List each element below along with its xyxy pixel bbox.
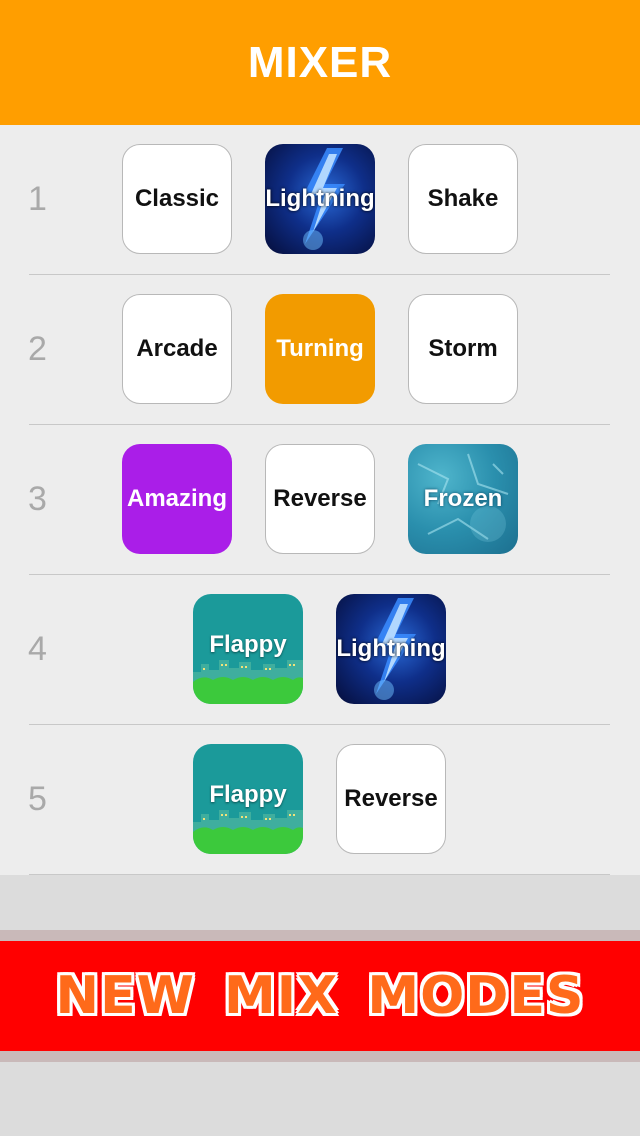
new-mix-modes-banner[interactable]: NEW MIX MODES — [0, 941, 640, 1051]
mode-tile-reverse[interactable]: Reverse — [265, 444, 375, 554]
banner-text: NEW MIX MODES — [55, 965, 585, 1027]
row-number: 4 — [28, 629, 47, 668]
page-title: MIXER — [247, 37, 393, 87]
mix-row: 1 Classic Lightning Shake — [0, 125, 640, 275]
mode-label: Flappy — [209, 781, 287, 808]
mode-label: Lightning — [265, 185, 375, 212]
row-number: 5 — [28, 779, 47, 818]
mode-tile-shake[interactable]: Shake — [408, 144, 518, 254]
mix-row: 5 Flappy Reverse — [0, 725, 640, 875]
mix-list: 1 Classic Lightning Shake 2 Arcade Turni… — [0, 125, 640, 875]
mode-label: Turning — [276, 335, 364, 362]
mode-tile-flappy[interactable]: Flappy — [193, 594, 303, 704]
row-divider — [29, 874, 610, 875]
mode-label: Reverse — [273, 485, 367, 512]
mode-tile-reverse[interactable]: Reverse — [336, 744, 446, 854]
mode-label: Reverse — [344, 785, 438, 812]
header-bar: MIXER — [0, 0, 640, 125]
mode-tile-classic[interactable]: Classic — [122, 144, 232, 254]
mode-tile-amazing[interactable]: Amazing — [122, 444, 232, 554]
mode-tile-lightning[interactable]: Lightning — [336, 594, 446, 704]
mode-tile-turning[interactable]: Turning — [265, 294, 375, 404]
row-number: 3 — [28, 479, 47, 518]
mode-label: Shake — [427, 185, 499, 212]
mode-label: Flappy — [209, 631, 287, 658]
mode-tile-arcade[interactable]: Arcade — [122, 294, 232, 404]
row-number: 2 — [28, 329, 47, 368]
mode-label: Frozen — [423, 485, 503, 512]
banner-border-bottom — [0, 1051, 640, 1062]
mode-tile-flappy[interactable]: Flappy — [193, 744, 303, 854]
mix-row: 2 Arcade Turning Storm — [0, 275, 640, 425]
mode-tile-frozen[interactable]: Frozen — [408, 444, 518, 554]
mode-label: Storm — [428, 335, 498, 362]
mix-row: 3 Amazing Reverse Frozen — [0, 425, 640, 575]
mode-tile-lightning[interactable]: Lightning — [265, 144, 375, 254]
mode-label: Classic — [134, 185, 220, 212]
mode-label: Arcade — [136, 335, 218, 362]
mode-label: Lightning — [336, 635, 446, 662]
mix-row: 4 Flappy Lightning — [0, 575, 640, 725]
mode-label: Amazing — [126, 485, 227, 512]
banner-border-top — [0, 930, 640, 941]
row-number: 1 — [28, 179, 47, 218]
mode-tile-storm[interactable]: Storm — [408, 294, 518, 404]
